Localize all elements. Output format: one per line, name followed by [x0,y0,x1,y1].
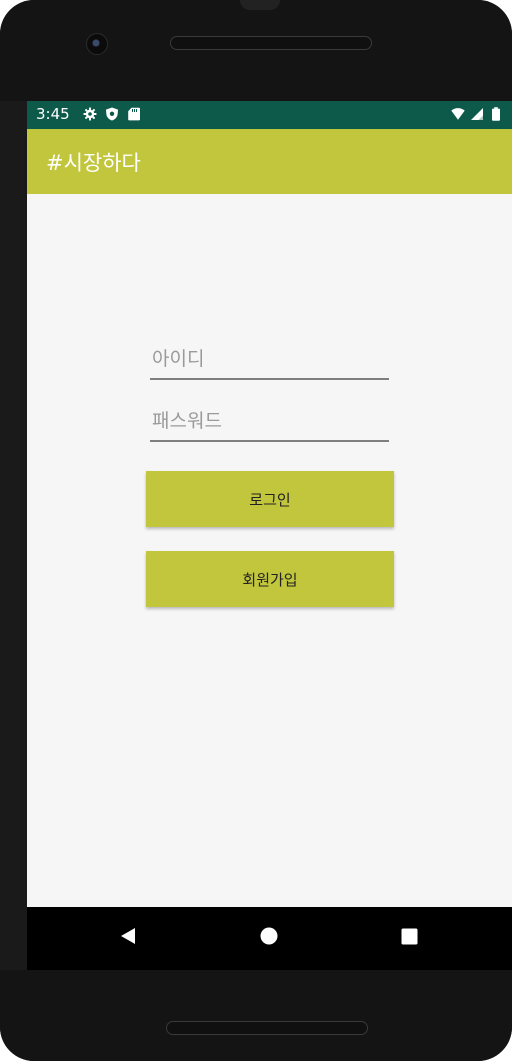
shield-icon [106,107,118,121]
status-time: 3:45 [36,105,70,123]
signal-icon [471,108,483,120]
front-camera-icon [86,33,108,55]
login-screen: 로그인 회원가입 [27,194,512,907]
recents-icon[interactable] [401,928,418,945]
password-input[interactable] [150,402,389,442]
phone-device: 3:45 #시장하다 아이디 로그인 회원가입 [0,0,512,1061]
battery-icon [492,107,500,121]
bottom-speaker [166,1021,368,1035]
status-bar: 3:45 [27,101,512,129]
settings-icon [83,107,97,121]
app-title: #시장하다 [46,151,141,175]
login-button[interactable]: 로그인 [146,471,394,527]
id-input[interactable] [150,340,389,380]
sd-card-icon [128,107,140,121]
app-bar: #시장하다 [27,129,512,194]
navigation-bar [27,907,512,970]
top-bezel [0,0,512,101]
back-icon[interactable] [119,927,137,945]
wifi-icon [451,108,465,120]
top-notch [240,0,280,10]
bottom-bezel [0,970,512,1061]
earpiece-speaker [170,36,372,50]
signup-button[interactable]: 회원가입 [146,551,394,607]
home-icon[interactable] [260,927,278,945]
